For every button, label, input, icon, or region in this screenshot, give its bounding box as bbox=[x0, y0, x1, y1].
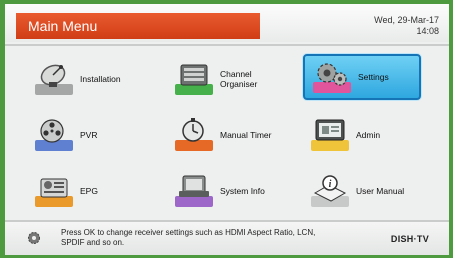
menu-item-label: Settings bbox=[358, 72, 389, 82]
header-bar: Main Menu Wed, 29-Mar-17 14:08 bbox=[5, 4, 449, 42]
stb-info-icon bbox=[171, 171, 217, 211]
menu-item-label: System Info bbox=[220, 186, 265, 196]
menu-item-label: Manual Timer bbox=[220, 130, 272, 140]
menu-item-label: Channel Organiser bbox=[220, 69, 258, 89]
help-text: Press OK to change receiver settings suc… bbox=[61, 228, 316, 247]
menu-item-manual-timer[interactable]: Manual Timer bbox=[167, 112, 287, 158]
time-text: 14:08 bbox=[416, 26, 439, 36]
brand-logo: DISH·TV bbox=[390, 234, 429, 244]
page-title: Main Menu bbox=[16, 13, 260, 39]
gears-icon bbox=[309, 57, 355, 97]
menu-item-label: Admin bbox=[356, 130, 381, 140]
channel-list-icon bbox=[171, 59, 217, 99]
menu-item-epg[interactable]: EPG bbox=[27, 168, 145, 214]
monitor-icon bbox=[307, 115, 353, 155]
menu-item-label: Installation bbox=[80, 74, 121, 84]
info-book-icon: i bbox=[307, 171, 353, 211]
menu-grid: Installation Channel Organiser Settings … bbox=[5, 48, 449, 218]
menu-item-settings[interactable]: Settings bbox=[303, 54, 421, 100]
menu-item-system-info[interactable]: System Info bbox=[167, 168, 285, 214]
satellite-dish-icon bbox=[31, 59, 77, 99]
menu-item-channel-organiser[interactable]: Channel Organiser bbox=[167, 56, 285, 102]
main-menu-screen: Main Menu Wed, 29-Mar-17 14:08 Installat… bbox=[5, 4, 449, 255]
film-reel-icon bbox=[31, 115, 77, 155]
menu-item-installation[interactable]: Installation bbox=[27, 56, 145, 102]
menu-item-user-manual[interactable]: i User Manual bbox=[303, 168, 421, 214]
menu-item-label: PVR bbox=[80, 130, 98, 140]
menu-item-label: EPG bbox=[80, 186, 98, 196]
menu-item-label: User Manual bbox=[356, 186, 405, 196]
date-text: Wed, 29-Mar-17 bbox=[374, 15, 439, 25]
gear-icon bbox=[28, 232, 40, 244]
stopwatch-icon bbox=[171, 115, 217, 155]
menu-item-admin[interactable]: Admin bbox=[303, 112, 421, 158]
footer-bar: Press OK to change receiver settings suc… bbox=[5, 222, 449, 255]
header-divider bbox=[5, 44, 449, 46]
guide-icon bbox=[31, 171, 77, 211]
menu-item-pvr[interactable]: PVR bbox=[27, 112, 145, 158]
svg-text:i: i bbox=[329, 179, 332, 190]
datetime-display: Wed, 29-Mar-17 14:08 bbox=[319, 15, 439, 37]
